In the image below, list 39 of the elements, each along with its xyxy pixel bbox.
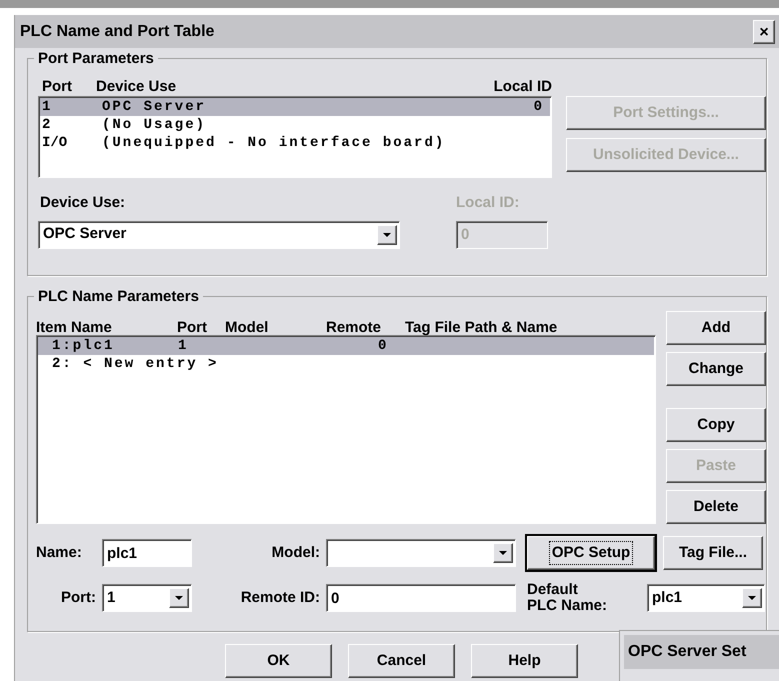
port-row[interactable]: 2 (No Usage)	[40, 116, 550, 134]
column-header: Remote	[326, 318, 382, 335]
name-field[interactable]: plc1	[102, 539, 192, 567]
tag-file-button[interactable]: Tag File...	[663, 536, 763, 570]
plc-row[interactable]: 1:plc1 1 0	[38, 337, 654, 355]
column-header: Item Name	[36, 318, 113, 335]
port-dropdown[interactable]: 1	[102, 584, 192, 612]
field-label: PLC Name:	[527, 598, 608, 614]
device-use-dropdown[interactable]: OPC Server	[38, 220, 400, 248]
field-label: Remote ID:	[240, 588, 321, 608]
dialog-button[interactable]: Add	[666, 311, 766, 345]
dialog-button[interactable]: Delete	[666, 490, 766, 524]
dialog-button[interactable]: Change	[666, 352, 766, 386]
dialog-button[interactable]: Help	[471, 644, 578, 678]
port-row[interactable]: I/O (Unequipped - No interface board)	[40, 134, 550, 152]
dialog-button[interactable]: Copy	[666, 408, 766, 442]
field-label: Device Use:	[39, 193, 126, 213]
default-plc-dropdown[interactable]: plc1	[647, 584, 765, 612]
remote-id-field[interactable]: 0	[326, 584, 516, 612]
column-header: Model	[225, 318, 270, 335]
close-button[interactable]: ×	[753, 20, 775, 44]
column-header: Device Use	[96, 77, 178, 94]
column-header: Port	[41, 77, 73, 94]
column-header: Tag File Path & Name	[405, 318, 558, 335]
plc-row[interactable]: 2: < New entry >	[38, 355, 654, 373]
column-header: Local ID	[494, 77, 552, 94]
field-label: Port:	[60, 588, 97, 608]
field-label: Name:	[36, 542, 83, 563]
field-label: Model:	[270, 542, 321, 563]
window-title: PLC Name and Port Table	[20, 22, 214, 42]
opc-setup-button[interactable]: OPC Setup	[527, 536, 655, 570]
window-title: OPC Server Set	[628, 642, 746, 662]
column-header: Port	[177, 318, 208, 335]
field-label: Local ID:	[456, 193, 520, 213]
port-row[interactable]: 1 OPC Server 0	[40, 98, 550, 116]
dialog-button[interactable]: OK	[225, 644, 332, 678]
model-dropdown[interactable]	[326, 539, 516, 567]
dialog-button[interactable]: Cancel	[348, 644, 455, 678]
field-label: Default	[527, 582, 579, 598]
